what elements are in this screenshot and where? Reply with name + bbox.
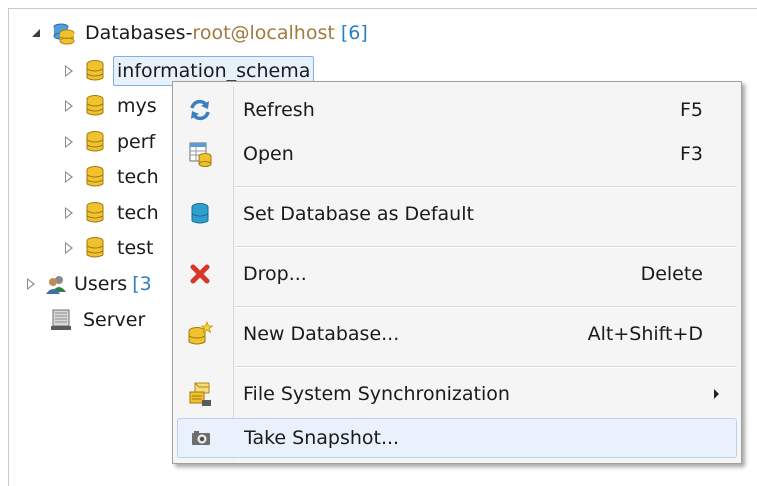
database-icon: [84, 59, 106, 83]
collapsed-arrow-icon[interactable]: [62, 136, 74, 148]
menu-item-label: Refresh: [243, 99, 315, 121]
database-icon: [84, 130, 106, 154]
collapsed-arrow-icon[interactable]: [62, 171, 74, 183]
database-name[interactable]: mys: [117, 95, 157, 117]
menu-separator: [235, 366, 737, 368]
collapsed-arrow-icon[interactable]: [62, 100, 74, 112]
tree-node-database[interactable]: tech: [62, 160, 159, 194]
tree-node-database[interactable]: perf: [62, 125, 155, 159]
database-icon: [84, 94, 106, 118]
menu-item-take-snapshot[interactable]: Take Snapshot...: [177, 418, 737, 458]
collapsed-arrow-icon[interactable]: [62, 207, 74, 219]
menu-item-refresh[interactable]: Refresh F5: [177, 90, 737, 130]
menu-item-label: Take Snapshot...: [244, 427, 400, 449]
collapsed-arrow-icon[interactable]: [62, 242, 74, 254]
menu-item-label: Drop...: [243, 263, 307, 285]
menu-item-new-database[interactable]: New Database... Alt+Shift+D: [177, 314, 737, 354]
databases-icon: [52, 21, 75, 45]
tree-node-database[interactable]: mys: [62, 89, 157, 123]
menu-separator: [235, 306, 737, 308]
database-name[interactable]: perf: [117, 131, 155, 153]
users-count: [3: [132, 273, 152, 295]
menu-separator: [235, 186, 737, 188]
open-table-icon: [187, 141, 213, 167]
tree-node-database[interactable]: test: [62, 231, 154, 265]
tree-node-users[interactable]: Users [3: [24, 267, 152, 301]
database-icon: [84, 165, 106, 189]
camera-icon: [188, 425, 214, 451]
database-icon: [187, 201, 213, 227]
database-name[interactable]: tech: [117, 202, 159, 224]
tree-node-databases[interactable]: Databases - root@localhost [6]: [30, 16, 368, 50]
database-name[interactable]: test: [117, 237, 154, 259]
database-count: [6]: [340, 22, 368, 44]
users-icon: [46, 272, 68, 296]
users-label: Users: [74, 273, 128, 295]
drop-icon: [187, 261, 213, 287]
root-separator: -: [185, 22, 193, 44]
shortcut-label: Alt+Shift+D: [587, 323, 703, 345]
database-icon: [84, 201, 106, 225]
refresh-icon: [187, 97, 213, 123]
new-database-icon: [187, 321, 213, 347]
database-icon: [84, 236, 106, 260]
menu-item-drop[interactable]: Drop... Delete: [177, 254, 737, 294]
menu-item-set-default[interactable]: Set Database as Default: [177, 194, 737, 234]
collapsed-arrow-icon[interactable]: [24, 278, 36, 290]
shortcut-label: F5: [679, 99, 703, 121]
database-name[interactable]: tech: [117, 166, 159, 188]
shortcut-label: F3: [679, 143, 703, 165]
tree-node-server[interactable]: Server: [50, 303, 145, 337]
menu-item-open[interactable]: Open F3: [177, 134, 737, 174]
sync-icon: [187, 381, 213, 407]
server-icon: [50, 308, 72, 332]
connection-host: root@localhost: [192, 22, 335, 44]
tree-node-database[interactable]: tech: [62, 196, 159, 230]
expanded-arrow-icon[interactable]: [30, 27, 42, 39]
menu-item-file-system-sync[interactable]: File System Synchronization: [177, 374, 737, 414]
shortcut-label: Delete: [640, 263, 703, 285]
databases-label: Databases: [85, 22, 186, 44]
context-menu: Refresh F5 Open F3 Set Database as Defau…: [172, 81, 742, 464]
server-label: Server: [83, 309, 146, 331]
menu-item-label: Set Database as Default: [243, 203, 474, 225]
menu-item-label: New Database...: [243, 323, 400, 345]
menu-item-label: File System Synchronization: [243, 383, 510, 405]
collapsed-arrow-icon[interactable]: [62, 65, 74, 77]
menu-separator: [235, 246, 737, 248]
menu-item-label: Open: [243, 143, 294, 165]
submenu-arrow-icon: [714, 389, 719, 399]
